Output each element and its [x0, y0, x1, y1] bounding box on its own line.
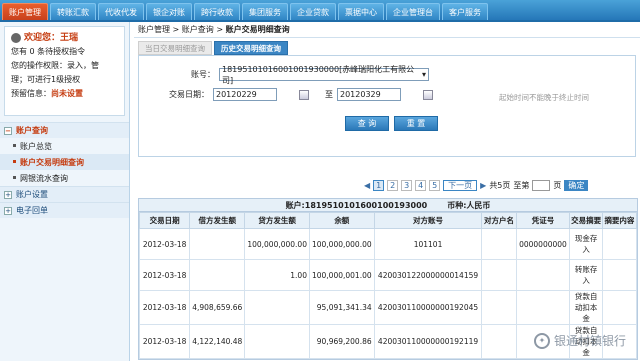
account-number-text: 账户:1819510101600100193000 — [285, 200, 428, 210]
top-navigation: 账户管理 转账汇款 代收代发 银企对账 跨行收款 集团服务 企业贷款 票据中心 … — [0, 0, 640, 22]
expand-icon: + — [4, 206, 12, 215]
col-debit: 借方发生额 — [189, 212, 246, 229]
currency-text: 币种:人民币 — [447, 200, 491, 210]
welcome-panel: 欢迎您：王瑞 您有 0 条待授权指令 您的操作权限：录入，管 理；可进行1级授权… — [4, 26, 125, 116]
page-3[interactable]: 3 — [401, 180, 413, 191]
account-select[interactable]: 18195101016001001930000[赤峰瑞阳化工有限公司] ▾ — [219, 65, 429, 85]
account-label: 账号： — [191, 70, 215, 79]
col-voucher: 凭证号 — [515, 212, 571, 229]
user-avatar-icon — [11, 33, 21, 43]
page-5[interactable]: 5 — [429, 180, 441, 191]
query-button[interactable]: 查 询 — [345, 116, 389, 131]
pending-authorization-text[interactable]: 您有 0 条待授权指令 — [11, 45, 118, 59]
nav-tab-collection-payment[interactable]: 代收代发 — [98, 3, 144, 20]
reserved-info-value[interactable]: 尚未设置 — [51, 89, 83, 98]
date-hint-text: 起始时间不能晚于终止时间 — [499, 93, 589, 102]
query-form: 账号： 18195101016001001930000[赤峰瑞阳化工有限公司] ▾… — [138, 55, 636, 157]
pagination: ◀ 1 2 3 4 5 下一页 ▶ 共5页 至第 页 确定 — [364, 180, 589, 191]
page-4[interactable]: 4 — [415, 180, 427, 191]
goto-page-input[interactable] — [532, 180, 551, 191]
nav-tab-transfer[interactable]: 转账汇款 — [50, 3, 96, 20]
table-row[interactable]: 2012-03-18 1.00 100,000,001.00 420030122000… — [138, 259, 638, 291]
nav-tab-customer-service[interactable]: 客户服务 — [442, 3, 488, 20]
breadcrumb-current: 账户交易明细查询 — [225, 25, 290, 34]
query-subtabs: 当日交易明细查询 历史交易明细查询 — [134, 41, 640, 55]
col-summary: 交易摘要 — [569, 212, 603, 229]
sidebar-menu: − 账户查询 账户总览 账户交易明细查询 网银流水查询 + 账户设置 + 电子回单 — [0, 122, 129, 218]
permission-text-2: 理；可进行1级授权 — [11, 75, 81, 84]
permission-text: 您的操作权限：录入，管 — [11, 61, 99, 70]
menu-item-ebank-flow[interactable]: 网银流水查询 — [0, 170, 129, 186]
col-trade-date: 交易日期 — [138, 212, 191, 229]
nav-tab-interbank-collection[interactable]: 跨行收款 — [194, 3, 240, 20]
sidebar: 欢迎您：王瑞 您有 0 条待授权指令 您的操作权限：录入，管 理；可进行1级授权… — [0, 22, 130, 361]
col-counterparty-account: 对方账号 — [373, 212, 483, 229]
total-pages: 共5页 — [489, 181, 511, 190]
nav-tab-loans[interactable]: 企业贷款 — [290, 3, 336, 20]
nav-tab-account-management[interactable]: 账户管理 — [2, 3, 48, 20]
table-row[interactable]: 2012-03-18 4,908,659.66 95,091,341.34 42003… — [138, 290, 638, 325]
col-summary-content: 摘要内容 — [601, 212, 638, 229]
menu-group-account-settings[interactable]: + 账户设置 — [0, 186, 129, 202]
watermark: ✦ 银通村镇银行 — [533, 332, 626, 349]
breadcrumb: 账户管理 > 账户查询 > 账户交易明细查询 — [134, 22, 640, 38]
watermark-text: 银通村镇银行 — [553, 334, 626, 348]
wechat-logo-icon: ✦ — [533, 332, 550, 349]
menu-item-account-overview[interactable]: 账户总览 — [0, 138, 129, 154]
nav-tab-bills[interactable]: 票据中心 — [338, 3, 384, 20]
nav-tab-group-service[interactable]: 集团服务 — [242, 3, 288, 20]
date-label: 交易日期： — [169, 90, 209, 99]
prev-arrow-icon[interactable]: ◀ — [364, 181, 370, 190]
collapse-icon: − — [4, 126, 12, 135]
next-page-button[interactable]: 下一页 — [443, 180, 478, 191]
goto-label: 至第 — [513, 181, 530, 190]
expand-icon: + — [4, 190, 12, 199]
nav-tab-reconciliation[interactable]: 银企对账 — [146, 3, 192, 20]
reset-button[interactable]: 重 置 — [394, 116, 438, 131]
chevron-down-icon: ▾ — [421, 70, 426, 79]
col-credit: 贷方发生额 — [244, 212, 310, 229]
tab-today-detail[interactable]: 当日交易明细查询 — [138, 41, 212, 55]
next-arrow-icon[interactable]: ▶ — [480, 181, 486, 190]
tab-history-detail[interactable]: 历史交易明细查询 — [214, 41, 288, 55]
main-content: 账户管理 > 账户查询 > 账户交易明细查询 当日交易明细查询 历史交易明细查询… — [134, 22, 640, 361]
page-2[interactable]: 2 — [387, 180, 399, 191]
col-counterparty-name: 对方户名 — [481, 212, 517, 229]
goto-confirm-button[interactable]: 确定 — [564, 180, 589, 191]
menu-item-transaction-detail[interactable]: 账户交易明细查询 — [0, 154, 129, 170]
table-row[interactable]: 2012-03-18 100,000,000.00 100,000,000.00 10… — [138, 228, 638, 260]
page-unit-label: 页 — [553, 181, 562, 190]
account-header: 账户:1819510101600100193000 币种:人民币 — [139, 199, 637, 212]
breadcrumb-path: 账户管理 > 账户查询 > — [138, 25, 224, 34]
menu-group-e-receipt[interactable]: + 电子回单 — [0, 202, 129, 218]
calendar-icon[interactable] — [423, 89, 433, 100]
menu-group-account-query[interactable]: − 账户查询 — [0, 122, 129, 138]
date-to-label: 至 — [325, 90, 333, 99]
welcome-greeting: 欢迎您：王瑞 — [24, 33, 79, 43]
col-balance: 余额 — [308, 212, 375, 229]
table-header-row: 交易日期 借方发生额 贷方发生额 余额 对方账号 对方户名 凭证号 交易摘要 摘… — [138, 212, 638, 229]
reserved-info-label: 预留信息： — [11, 89, 51, 98]
nav-tab-admin[interactable]: 企业管理台 — [386, 3, 440, 20]
calendar-icon[interactable] — [299, 89, 309, 100]
date-from-input[interactable]: 20120229 — [213, 88, 277, 101]
page-1[interactable]: 1 — [373, 180, 385, 191]
date-to-input[interactable]: 20120329 — [337, 88, 401, 101]
